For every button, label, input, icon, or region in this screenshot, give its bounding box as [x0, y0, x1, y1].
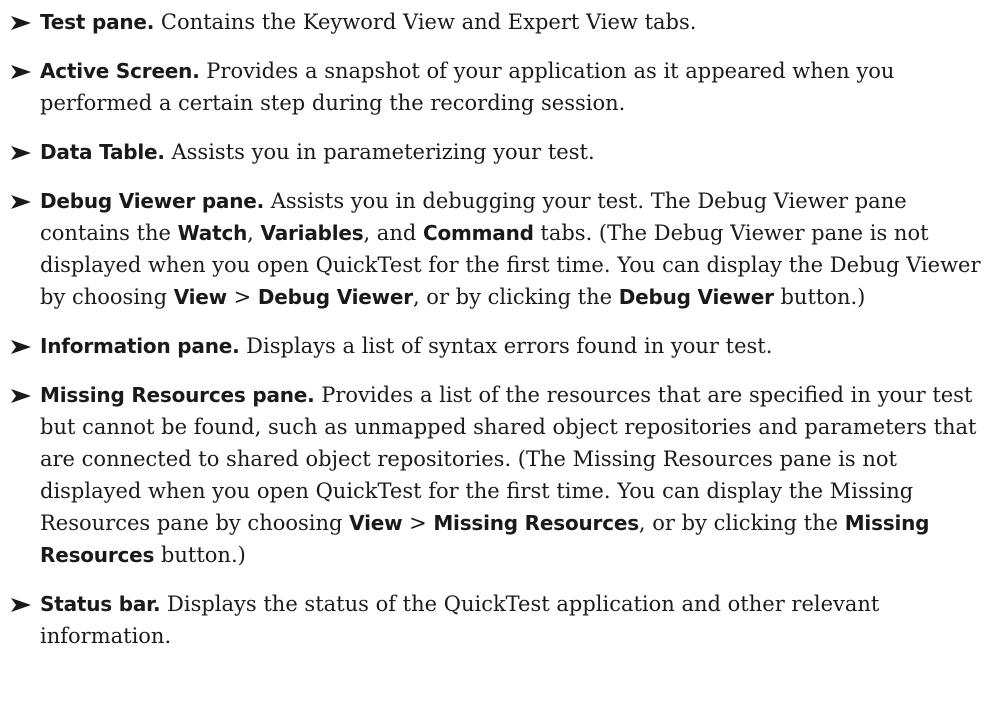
item-text: , and — [363, 221, 423, 245]
list-item: Test pane. Contains the Keyword View and… — [6, 6, 981, 38]
ui-term: Command — [422, 221, 534, 245]
item-text: , or by clicking the — [412, 285, 619, 309]
item-text: , or by clicking the — [638, 511, 845, 535]
item-term: Information pane. — [40, 334, 240, 358]
item-text: button.) — [154, 543, 246, 567]
ui-term: Variables — [260, 221, 364, 245]
item-text: , — [247, 221, 261, 245]
item-text: > — [226, 285, 258, 309]
item-term: Status bar. — [40, 592, 161, 616]
ui-term: Debug Viewer — [618, 285, 774, 309]
item-text: Assists you in parameterizing your test. — [164, 140, 595, 164]
arrow-bullet-icon — [11, 195, 31, 209]
item-text: button.) — [773, 285, 866, 309]
item-text: Contains the Keyword View and Expert Vie… — [154, 10, 697, 34]
item-term: Data Table. — [40, 140, 165, 164]
document-body: Test pane. Contains the Keyword View and… — [6, 6, 981, 652]
arrow-bullet-icon — [11, 598, 31, 612]
arrow-bullet-icon — [11, 146, 31, 160]
arrow-bullet-icon — [11, 340, 31, 354]
list-item: Data Table. Assists you in parameterizin… — [6, 136, 981, 168]
list-item: Debug Viewer pane. Assists you in debugg… — [6, 185, 981, 313]
ui-term: Watch — [177, 221, 248, 245]
arrow-bullet-icon — [11, 65, 31, 79]
arrow-bullet-icon — [11, 16, 31, 30]
arrow-bullet-icon — [11, 389, 31, 403]
item-text: > — [402, 511, 434, 535]
item-text: Displays the status of the QuickTest app… — [40, 592, 880, 648]
ui-term: View — [173, 285, 227, 309]
ui-term: Debug Viewer — [257, 285, 413, 309]
item-text: Displays a list of syntax errors found i… — [239, 334, 773, 358]
ui-term: View — [349, 511, 403, 535]
item-term: Debug Viewer pane. — [40, 189, 265, 213]
item-term: Test pane. — [40, 10, 155, 34]
list-item: Missing Resources pane. Provides a list … — [6, 379, 981, 571]
item-term: Missing Resources pane. — [40, 383, 315, 407]
list-item: Status bar. Displays the status of the Q… — [6, 588, 981, 652]
list-item: Information pane. Displays a list of syn… — [6, 330, 981, 362]
item-term: Active Screen. — [40, 59, 200, 83]
list-item: Active Screen. Provides a snapshot of yo… — [6, 55, 981, 119]
ui-term: Missing Resources — [433, 511, 639, 535]
